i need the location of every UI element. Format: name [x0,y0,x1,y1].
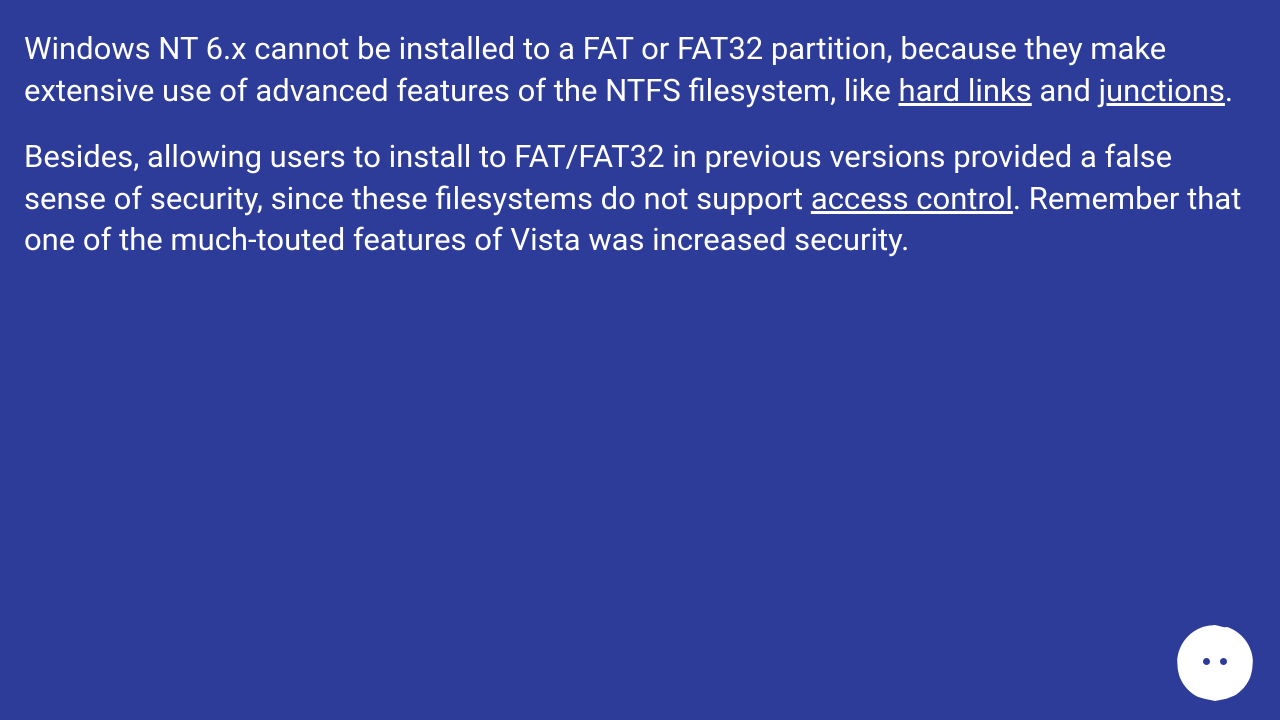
paragraph-1: Windows NT 6.x cannot be installed to a … [24,28,1256,112]
link-hard-links[interactable]: hard links [899,72,1032,109]
text-segment: and [1032,72,1099,109]
paragraph-2: Besides, allowing users to install to FA… [24,136,1256,262]
link-junctions[interactable]: junctions [1099,72,1225,109]
text-segment: . [1225,72,1233,109]
avatar-eye-left [1203,658,1210,665]
avatar-eye-right [1220,658,1227,665]
assistant-avatar-icon[interactable] [1180,628,1250,698]
link-access-control[interactable]: access control [811,180,1013,217]
answer-content: Windows NT 6.x cannot be installed to a … [24,28,1256,261]
